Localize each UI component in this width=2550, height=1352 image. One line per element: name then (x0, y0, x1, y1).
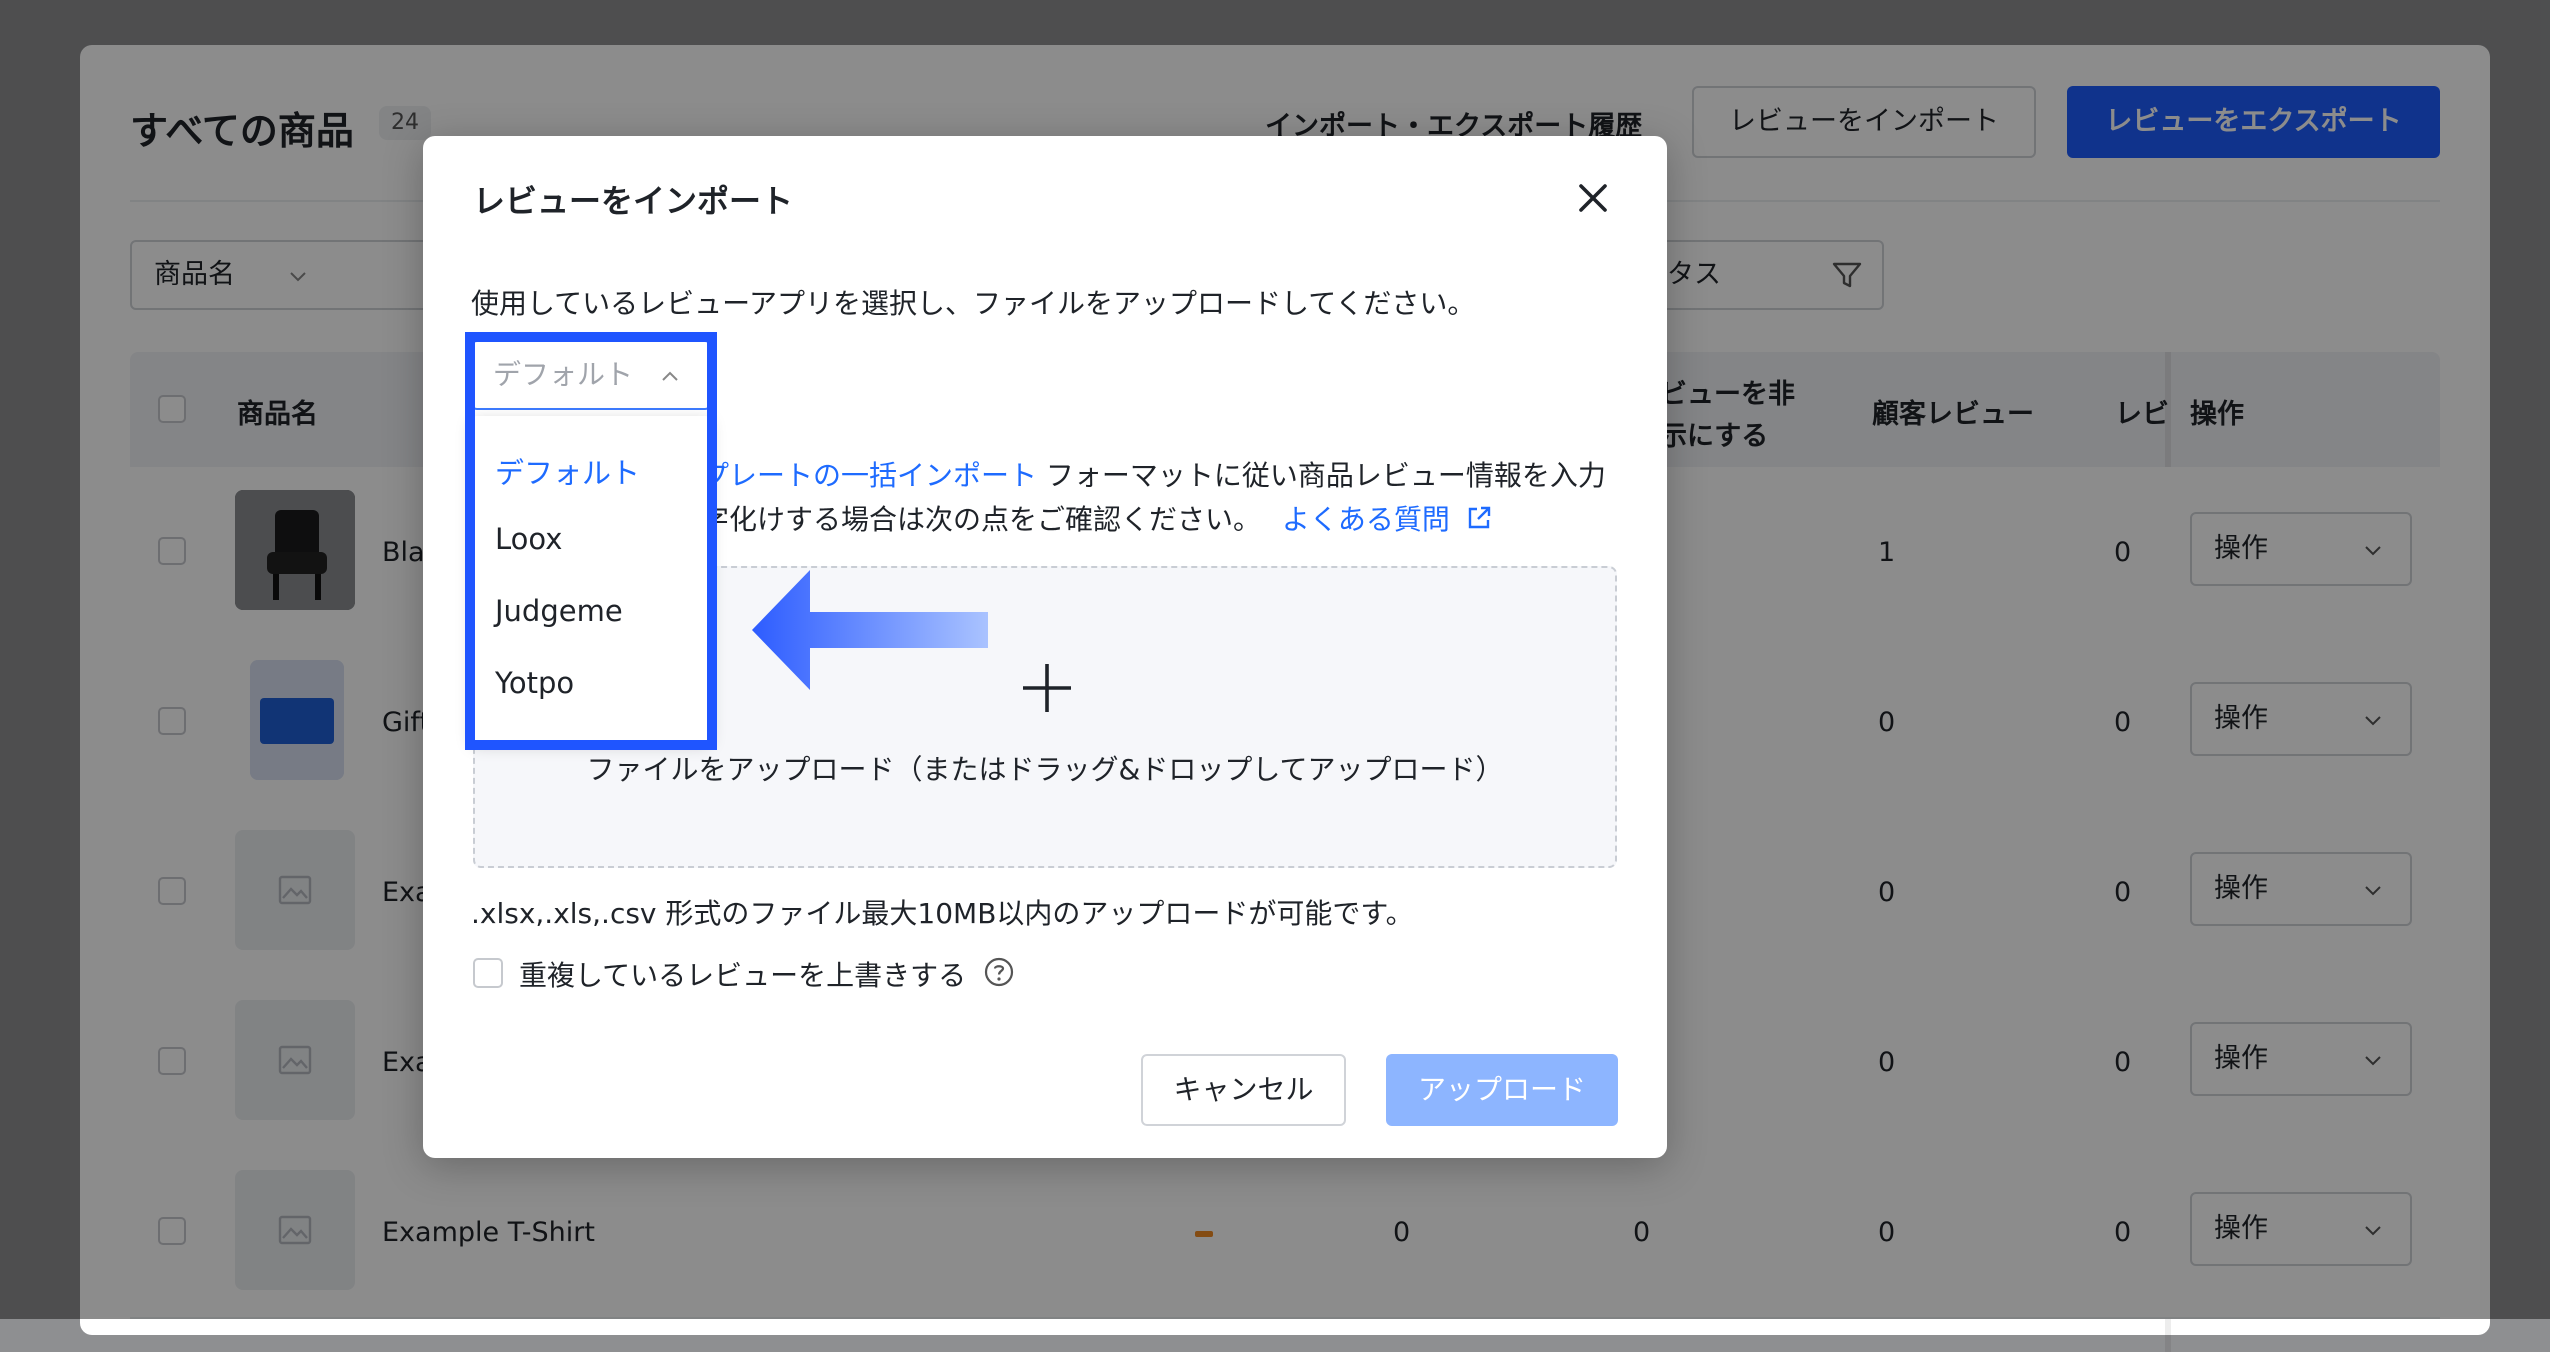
plus-icon (1023, 664, 1071, 712)
modal-title: レビューをインポート (473, 182, 794, 220)
template-info-text: フォーマットに従い商品レビュー情報を入力 (1037, 459, 1606, 492)
help-icon[interactable] (983, 956, 1015, 988)
dropdown-option-default[interactable]: デフォルト (495, 450, 640, 492)
upload-button[interactable]: アップロード (1386, 1054, 1618, 1126)
encoding-info-text: 字化けする場合は次の点をご確認ください。 (701, 503, 1262, 536)
review-app-select-value: デフォルト (493, 358, 634, 391)
upload-instruction: ファイルをアップロード（またはドラッグ&ドロップしてアップロード） (586, 753, 1504, 786)
faq-link[interactable]: よくある質問 (1282, 503, 1450, 536)
review-app-select[interactable]: デフォルト (471, 340, 711, 410)
cancel-button[interactable]: キャンセル (1141, 1054, 1346, 1126)
file-format-note: .xlsx,.xls,.csv 形式のファイル最大10MB以内のアップロードが可… (471, 897, 1414, 930)
chevron-up-icon (662, 371, 678, 381)
dropdown-option-judgeme[interactable]: Judgeme (495, 594, 623, 628)
dropdown-option-yotpo[interactable]: Yotpo (495, 666, 574, 700)
dropdown-option-loox[interactable]: Loox (495, 522, 562, 556)
bulk-import-template-link[interactable]: プレートの一括インポート (701, 459, 1037, 492)
external-link-icon[interactable] (1465, 504, 1493, 532)
modal-description: 使用しているレビューアプリを選択し、ファイルをアップロードしてください。 (471, 287, 1476, 320)
annotation-arrow-left-icon (752, 570, 988, 690)
close-icon[interactable] (1571, 176, 1615, 220)
overwrite-duplicates-checkbox[interactable] (473, 958, 503, 988)
overwrite-duplicates-label[interactable]: 重複しているレビューを上書きする (519, 954, 966, 994)
review-app-dropdown: デフォルト Loox Judgeme Yotpo (471, 416, 711, 742)
